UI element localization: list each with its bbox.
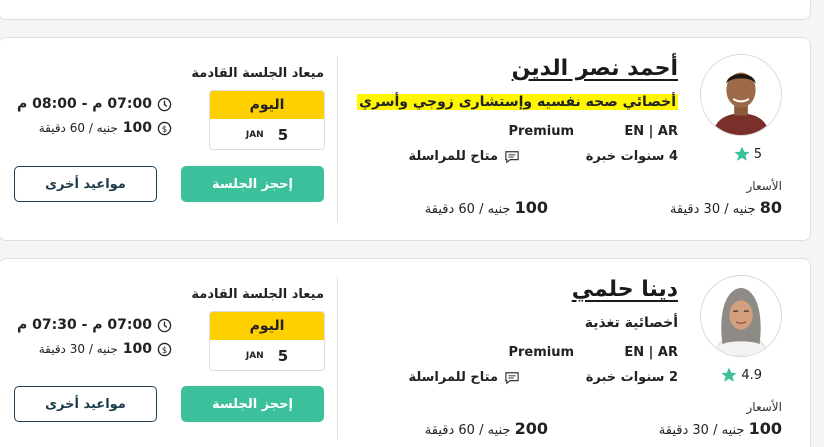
currency-icon: $	[157, 121, 172, 135]
price-30-min: 100 جنيه / 30 دقيقة	[659, 419, 782, 438]
price-unit: جنيه / 60 دقيقة	[424, 202, 511, 217]
date-day-month: JAN 5	[210, 340, 324, 370]
session-fee: $ 100 جنيه / 30 دقيقة	[39, 341, 172, 357]
date-month: JAN	[245, 351, 264, 361]
doctor-card: 4.9 دينا حلمي أخصائية تغذية EN | AR Prem…	[0, 258, 811, 447]
doctor-specialty: أخصائية تغذية	[584, 315, 678, 331]
svg-text:$: $	[162, 344, 167, 354]
next-session-label: ميعاد الجلسة القادمة	[191, 287, 324, 302]
messaging-availability: متاح للمراسلة	[408, 370, 520, 385]
price-unit: جنيه / 60 دقيقة	[424, 423, 511, 438]
doctor-name[interactable]: أحمد نصر الدين	[512, 56, 678, 81]
experience: 2 سنوات خبرة	[585, 370, 678, 385]
doctor-card: 5 أحمد نصر الدين أخصائي صحه نفسيه وإستشا…	[0, 37, 811, 241]
session-time: 07:00 م - 08:00 م	[17, 96, 172, 112]
svg-text:$: $	[162, 123, 167, 133]
session-fee-unit: جنيه / 60 دقيقة	[38, 121, 118, 135]
price-60-min: 200 جنيه / 60 دقيقة	[425, 419, 548, 438]
languages: EN | AR	[624, 124, 678, 139]
price-60-min: 100 جنيه / 60 دقيقة	[425, 198, 548, 217]
price-amount: 80	[759, 198, 782, 217]
price-amount: 200	[514, 419, 548, 438]
book-session-button[interactable]: إحجز الجلسة	[181, 166, 324, 202]
date-month: JAN	[245, 130, 264, 140]
messaging-label: متاح للمراسلة	[408, 370, 498, 385]
date-day: 5	[277, 126, 289, 144]
rating: 5	[733, 145, 762, 163]
rating-value: 5	[753, 146, 762, 162]
session-fee-amount: 100	[122, 120, 152, 136]
card-divider	[337, 277, 338, 439]
chat-icon	[505, 150, 519, 163]
messaging-label: متاح للمراسلة	[408, 149, 498, 164]
card-divider	[337, 56, 338, 222]
rating: 4.9	[720, 366, 762, 384]
price-amount: 100	[514, 198, 548, 217]
other-times-button[interactable]: مواعيد أخرى	[14, 166, 157, 202]
star-icon	[734, 146, 750, 161]
previous-doctor-card	[0, 0, 811, 20]
price-30-min: 80 جنيه / 30 دقيقة	[670, 198, 782, 217]
date-day-month: JAN 5	[210, 119, 324, 149]
doctor-avatar[interactable]	[700, 275, 782, 357]
book-session-button[interactable]: إحجز الجلسة	[181, 386, 324, 422]
next-session-label: ميعاد الجلسة القادمة	[191, 66, 324, 81]
date-today: اليوم	[210, 312, 324, 340]
session-fee-amount: 100	[122, 341, 152, 357]
price-unit: جنيه / 30 دقيقة	[658, 423, 745, 438]
other-times-button[interactable]: مواعيد أخرى	[14, 386, 157, 422]
session-fee: $ 100 جنيه / 60 دقيقة	[39, 120, 172, 136]
session-date: اليوم JAN 5	[209, 311, 325, 371]
prices-label: الأسعار	[746, 179, 782, 193]
doctor-photo	[701, 276, 781, 356]
date-today: اليوم	[210, 91, 324, 119]
price-unit: جنيه / 30 دقيقة	[669, 202, 756, 217]
price-amount: 100	[748, 419, 782, 438]
session-time-text: 07:00 م - 07:30 م	[17, 317, 152, 333]
clock-icon	[157, 97, 172, 111]
doctor-photo	[701, 55, 781, 135]
experience: 4 سنوات خبرة	[585, 149, 678, 164]
prices-label: الأسعار	[746, 400, 782, 414]
session-fee-unit: جنيه / 30 دقيقة	[38, 342, 118, 356]
currency-icon: $	[157, 342, 172, 356]
chat-icon	[505, 371, 519, 384]
doctor-specialty: أخصائي صحه نفسيه وإستشارى زوجي وأسري	[357, 94, 678, 110]
session-time: 07:00 م - 07:30 م	[17, 317, 172, 333]
doctor-name[interactable]: دينا حلمي	[572, 277, 678, 302]
clock-icon	[157, 318, 172, 332]
date-day: 5	[277, 347, 289, 365]
session-date: اليوم JAN 5	[209, 90, 325, 150]
rating-value: 4.9	[741, 367, 762, 383]
tier-badge: Premium	[508, 124, 574, 139]
languages: EN | AR	[624, 345, 678, 360]
star-icon	[721, 367, 737, 382]
session-time-text: 07:00 م - 08:00 م	[17, 96, 152, 112]
tier-badge: Premium	[508, 345, 574, 360]
messaging-availability: متاح للمراسلة	[408, 149, 520, 164]
doctor-avatar[interactable]	[700, 54, 782, 136]
